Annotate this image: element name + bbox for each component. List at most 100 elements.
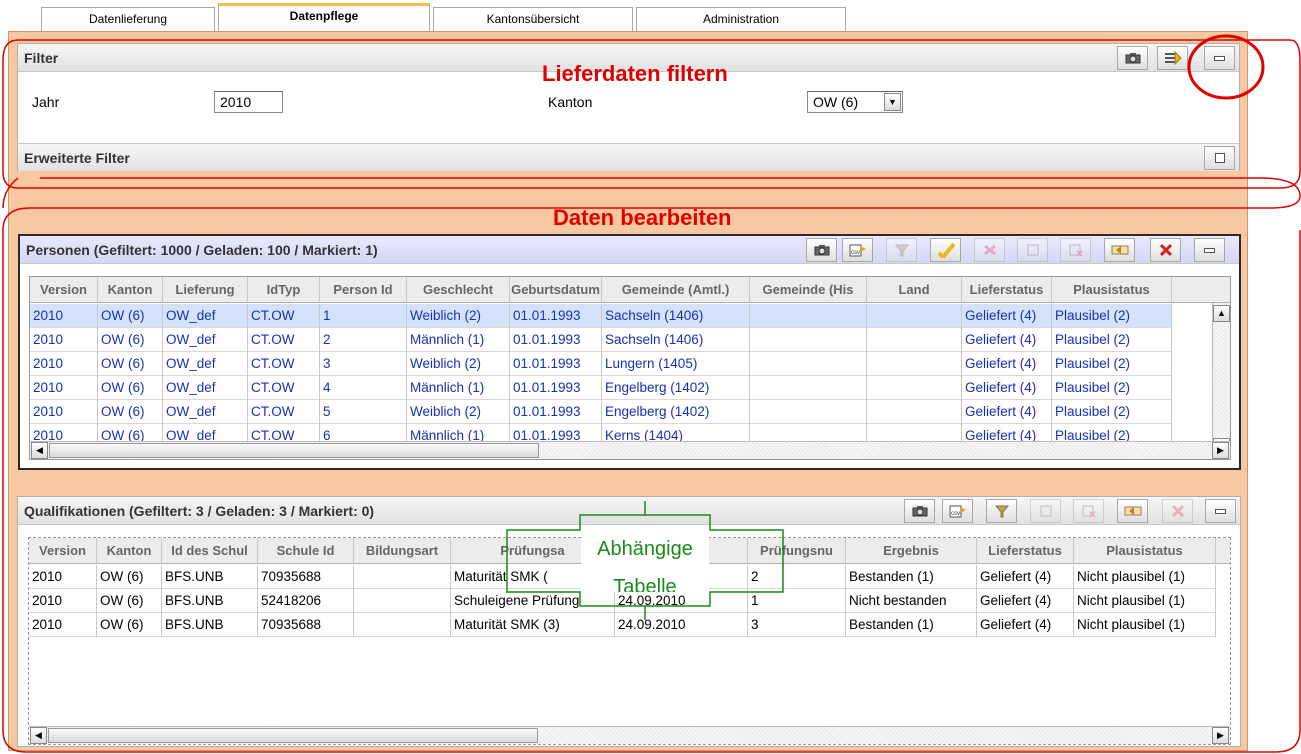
table-row[interactable]: 2010 OW (6) OW_def CT.OW 1 Weiblich (2) 01.01.… (30, 304, 1172, 328)
column-header[interactable]: Kanton (98, 277, 163, 303)
persons-scroll-thumb[interactable] (49, 443, 539, 458)
table-row[interactable]: 2010 OW (6) OW_def CT.OW 2 Männlich (1) 01.01.… (30, 328, 1172, 352)
persons-edit-button[interactable] (930, 238, 961, 262)
table-cell: OW_def (163, 328, 248, 352)
table-row[interactable]: 2010 OW (6) BFS.UNB 52418206 Schuleigene Prü… (29, 589, 1216, 613)
table-cell: 24.09.2010 (615, 589, 748, 613)
screenshot-button[interactable] (1117, 46, 1148, 70)
table-cell: Plausibel (2) (1052, 400, 1172, 424)
persons-filter-button[interactable] (886, 238, 917, 262)
scroll-right-icon[interactable]: ▶ (1212, 727, 1229, 744)
table-cell: OW (6) (98, 400, 163, 424)
table-cell (867, 376, 962, 400)
table-cell: 2010 (29, 565, 97, 589)
chevron-down-icon[interactable]: ▼ (884, 93, 901, 111)
column-header[interactable]: Kanton (97, 538, 162, 564)
table-cell: 2010 (29, 613, 97, 637)
persons-minimize-button[interactable] (1194, 238, 1225, 262)
column-header[interactable]: Lieferstatus (977, 538, 1074, 564)
persons-copy-button[interactable] (1017, 238, 1048, 262)
scroll-left-icon[interactable]: ◀ (30, 727, 47, 744)
column-header[interactable]: Plausistatus (1052, 277, 1172, 303)
column-header[interactable]: Land (867, 277, 962, 303)
persons-delete-edit-button[interactable] (974, 238, 1005, 262)
column-header[interactable]: Gemeinde (Amtl.) (602, 277, 750, 303)
table-cell: 52418206 (258, 589, 354, 613)
table-cell: Nicht bestanden (846, 589, 977, 613)
column-header[interactable]: Version (30, 277, 98, 303)
column-header[interactable]: Version (29, 538, 97, 564)
table-cell: BFS.UNB (162, 565, 258, 589)
tab-administration[interactable]: Administration (636, 7, 846, 31)
persons-navigate-button[interactable] (1104, 238, 1135, 262)
table-cell: CT.OW (248, 400, 320, 424)
quals-scroll-thumb[interactable] (48, 728, 538, 743)
column-header[interactable]: Prüfungsnu (748, 538, 846, 564)
column-header[interactable]: Lieferstatus (962, 277, 1052, 303)
extended-filter-header[interactable]: Erweiterte Filter (18, 143, 1239, 171)
column-header[interactable]: Lieferung (163, 277, 248, 303)
extended-filter-maximize-button[interactable] (1204, 146, 1235, 170)
table-cell: 2010 (30, 376, 98, 400)
column-header[interactable]: Id des Schul (162, 538, 258, 564)
table-row[interactable]: 2010 OW (6) OW_def CT.OW 4 Männlich (1) 01.01.… (30, 376, 1172, 400)
maximize-icon (1214, 153, 1225, 163)
table-cell: 2 (748, 565, 846, 589)
scroll-right-icon[interactable]: ▶ (1212, 442, 1229, 459)
table-cell: 01.01.1993 (510, 328, 602, 352)
quals-remove-button[interactable] (1073, 499, 1104, 523)
kanton-select[interactable]: OW (6) ▼ (807, 91, 903, 113)
table-cell: OW_def (163, 352, 248, 376)
filter-annotation-label: Lieferdaten filtern (542, 61, 728, 86)
column-header[interactable]: Geburtsdatum (510, 277, 602, 303)
persons-horizontal-scrollbar[interactable]: ◀ ▶ (30, 441, 1230, 459)
quals-minimize-button[interactable] (1205, 499, 1236, 523)
table-row[interactable]: 2010 OW (6) BFS.UNB 70935688 Maturität SMK (… (29, 613, 1216, 637)
column-header[interactable]: Plausistatus (1074, 538, 1216, 564)
filter-minimize-button[interactable] (1204, 46, 1235, 70)
quals-navigate-button[interactable] (1117, 499, 1148, 523)
table-cell (867, 400, 962, 424)
column-header[interactable]: Ergebnis (846, 538, 977, 564)
copy-icon (1040, 505, 1051, 517)
scroll-up-icon[interactable]: ▲ (1213, 305, 1230, 322)
persons-delete-button[interactable] (1150, 238, 1181, 262)
quals-copy-button[interactable] (1030, 499, 1061, 523)
persons-table: Version Kanton Lieferung IdTyp Person Id Gesc… (29, 276, 1231, 460)
table-cell: Geliefert (4) (977, 565, 1074, 589)
scroll-left-icon[interactable]: ◀ (31, 442, 48, 459)
table-row[interactable]: 2010 OW (6) OW_def CT.OW 3 Weiblich (2) 01.01.… (30, 352, 1172, 376)
navigate-arrow-icon (1111, 245, 1128, 255)
minimize-icon (1214, 55, 1225, 61)
quals-horizontal-scrollbar[interactable]: ◀ ▶ (29, 726, 1230, 744)
tab-datenpflege[interactable]: Datenpflege (218, 3, 430, 32)
jahr-input[interactable]: 2010 (214, 91, 283, 113)
tab-datenlieferung[interactable]: Datenlieferung (41, 7, 215, 31)
table-cell: 4 (320, 376, 407, 400)
tab-kantonsuebersicht[interactable]: Kantonsübersicht (433, 7, 633, 31)
column-header[interactable]: IdTyp (248, 277, 320, 303)
table-cell: Geliefert (4) (962, 304, 1052, 328)
persons-csv-button[interactable]: csv (842, 238, 873, 262)
persons-vertical-scrollbar[interactable]: ▲ ▼ (1212, 303, 1230, 457)
column-header[interactable]: Bildungsart (354, 538, 451, 564)
edit-annotation-label: Daten bearbeiten (553, 205, 732, 230)
table-cell: OW (6) (97, 565, 162, 589)
table-cell: Maturität SMK (3) (451, 613, 615, 637)
quals-csv-button[interactable]: csv (942, 499, 973, 523)
column-header[interactable]: Person Id (320, 277, 407, 303)
filter-apply-button[interactable] (1157, 46, 1188, 70)
table-row[interactable]: 2010 OW (6) OW_def CT.OW 5 Weiblich (2) 01.01.… (30, 400, 1172, 424)
column-header[interactable]: Geschlecht (407, 277, 510, 303)
persons-screenshot-button[interactable] (806, 238, 837, 262)
table-cell: Weiblich (2) (407, 304, 510, 328)
persons-remove-button[interactable] (1060, 238, 1091, 262)
quals-filter-button[interactable] (986, 499, 1017, 523)
jahr-label: Jahr (32, 94, 60, 110)
column-header[interactable]: Schule Id (258, 538, 354, 564)
column-header[interactable]: Gemeinde (His (750, 277, 867, 303)
table-cell: Sachseln (1406) (602, 304, 750, 328)
quals-screenshot-button[interactable] (904, 499, 935, 523)
svg-text:csv: csv (851, 250, 860, 256)
quals-delete-button[interactable] (1162, 499, 1193, 523)
